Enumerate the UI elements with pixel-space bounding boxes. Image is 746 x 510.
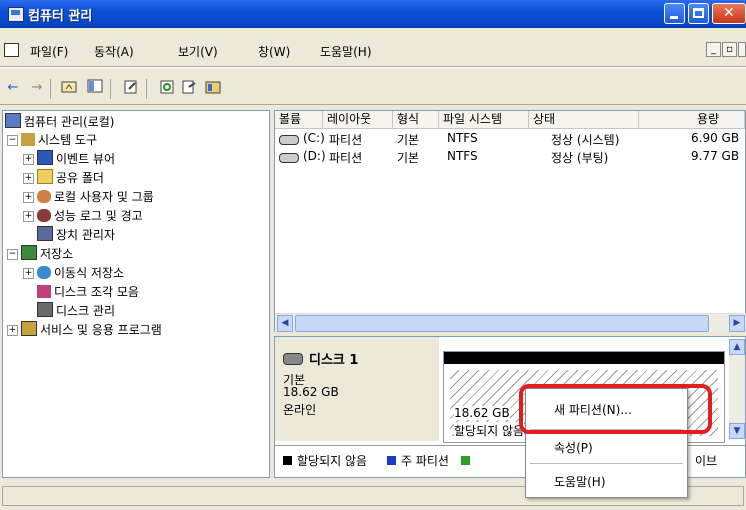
back-arrow-icon[interactable]: ←	[4, 79, 22, 97]
tree-disk-management[interactable]: 디스크 관리	[37, 302, 115, 319]
collapse-toggle[interactable]: −	[7, 249, 18, 260]
menu-file[interactable]: 파일(F)	[30, 43, 68, 60]
legend-primary-swatch	[387, 456, 396, 465]
title-bar[interactable]: 컴퓨터 관리 ✕	[0, 0, 746, 28]
col-layout[interactable]: 레이아웃	[323, 111, 393, 129]
disk-icon	[283, 353, 303, 365]
tree-event-viewer[interactable]: 이벤트 뷰어	[37, 150, 115, 167]
maximize-button[interactable]	[688, 3, 709, 24]
shared-folder-icon	[37, 169, 53, 184]
scroll-left-icon[interactable]: ◀	[277, 315, 293, 332]
partition-status: 할당되지 않음	[454, 422, 525, 439]
scroll-down-icon[interactable]: ▼	[729, 423, 745, 439]
legend-dynamic-label: 이브	[695, 454, 718, 468]
drive-icon	[279, 153, 299, 163]
legend-unallocated-swatch	[283, 456, 292, 465]
removable-storage-icon	[37, 266, 51, 279]
tree-system-tools[interactable]: 시스템 도구	[21, 131, 97, 148]
tree-shared-folders[interactable]: 공유 폴더	[37, 169, 104, 186]
col-status[interactable]: 상태	[529, 111, 639, 129]
tree-storage[interactable]: 저장소	[21, 245, 73, 262]
minimize-button[interactable]	[664, 3, 685, 24]
disk-info-panel[interactable]: 디스크 1 기본 18.62 GB 온라인	[275, 337, 439, 441]
menu-help[interactable]: 도움말(H)	[554, 473, 606, 490]
volume-list: 볼륨 레이아웃 형식 파일 시스템 상태 용량 (C:) 파티션 기본 NTFS…	[274, 110, 746, 332]
toolbar: ← →	[0, 75, 746, 103]
device-manager-icon	[37, 226, 53, 241]
disk-name: 디스크 1	[309, 353, 359, 368]
partition-header-bar	[444, 352, 724, 364]
tree-root[interactable]: 컴퓨터 관리(로컬)	[5, 113, 114, 130]
up-folder-icon[interactable]	[60, 79, 78, 97]
mmc-icon	[4, 43, 19, 57]
export-list-icon[interactable]	[180, 79, 198, 97]
drive-icon	[279, 135, 299, 145]
performance-icon	[37, 209, 51, 222]
tree-removable-storage[interactable]: 이동식 저장소	[37, 264, 124, 281]
expand-toggle[interactable]: +	[23, 211, 34, 222]
col-volume[interactable]: 볼륨	[275, 111, 323, 129]
menu-help[interactable]: 도움말(H)	[320, 43, 372, 60]
forward-arrow-icon[interactable]: →	[28, 79, 46, 97]
expand-toggle[interactable]: +	[23, 268, 34, 279]
partition-size: 18.62 GB	[454, 406, 510, 420]
collapse-toggle[interactable]: −	[7, 135, 18, 146]
properties-icon[interactable]	[122, 79, 140, 97]
menu-bar: 파일(F) 동작(A) 보기(V) 창(W) 도움말(H) _ ▫	[0, 40, 746, 62]
menu-view[interactable]: 보기(V)	[178, 43, 218, 60]
menu-properties[interactable]: 속성(P)	[554, 439, 593, 456]
storage-icon	[21, 245, 37, 260]
horizontal-scrollbar[interactable]: ◀ ▶	[275, 313, 746, 332]
disk-status: 온라인	[283, 403, 317, 417]
window-title: 컴퓨터 관리	[28, 9, 93, 24]
col-type[interactable]: 형식	[393, 111, 439, 129]
menu-separator	[530, 463, 683, 464]
users-icon	[37, 190, 51, 203]
menu-window[interactable]: 창(W)	[258, 43, 290, 60]
refresh-icon[interactable]	[158, 79, 176, 97]
scroll-right-icon[interactable]: ▶	[729, 315, 745, 332]
expand-toggle[interactable]: +	[23, 192, 34, 203]
tree-perf-logs[interactable]: 성능 로그 및 경고	[37, 207, 143, 224]
disk-management-icon	[37, 302, 53, 317]
expand-toggle[interactable]: +	[23, 154, 34, 165]
mdi-minimize-button[interactable]: _	[706, 42, 721, 57]
tools-icon	[21, 133, 35, 146]
col-capacity[interactable]: 용량	[639, 111, 745, 129]
expand-toggle[interactable]: +	[7, 325, 18, 336]
vertical-scrollbar[interactable]: ▲ ▼	[729, 339, 745, 439]
expand-toggle[interactable]: +	[23, 173, 34, 184]
scroll-up-icon[interactable]: ▲	[729, 339, 745, 355]
tree-defrag[interactable]: 디스크 조각 모음	[37, 283, 139, 300]
close-button[interactable]: ✕	[712, 3, 746, 24]
mdi-restore-button[interactable]: ▫	[722, 42, 737, 57]
services-icon	[21, 321, 37, 336]
menu-action[interactable]: 동작(A)	[94, 43, 134, 60]
scroll-thumb[interactable]	[295, 315, 709, 332]
legend-primary-label: 주 파티션	[401, 454, 449, 468]
mdi-close-button[interactable]	[738, 42, 746, 57]
console-tree[interactable]: 컴퓨터 관리(로컬) − 시스템 도구 + 이벤트 뷰어 + 공유 폴더 + 로…	[2, 110, 270, 478]
legend-extended-swatch	[461, 456, 470, 465]
highlight-annotation	[519, 384, 712, 434]
tree-services-apps[interactable]: 서비스 및 응용 프로그램	[21, 321, 162, 338]
show-hide-tree-icon[interactable]	[86, 79, 104, 97]
tree-device-manager[interactable]: 장치 관리자	[37, 226, 115, 243]
computer-icon	[5, 113, 21, 128]
help-book-icon[interactable]	[204, 79, 222, 97]
event-viewer-icon	[37, 150, 53, 165]
legend-unallocated-label: 할당되지 않음	[297, 454, 368, 468]
disk-size: 18.62 GB	[283, 385, 339, 399]
computer-management-icon	[8, 7, 24, 22]
defrag-icon	[37, 285, 51, 298]
col-filesystem[interactable]: 파일 시스템	[439, 111, 529, 129]
tree-local-users[interactable]: 로컬 사용자 및 그룹	[37, 188, 154, 205]
